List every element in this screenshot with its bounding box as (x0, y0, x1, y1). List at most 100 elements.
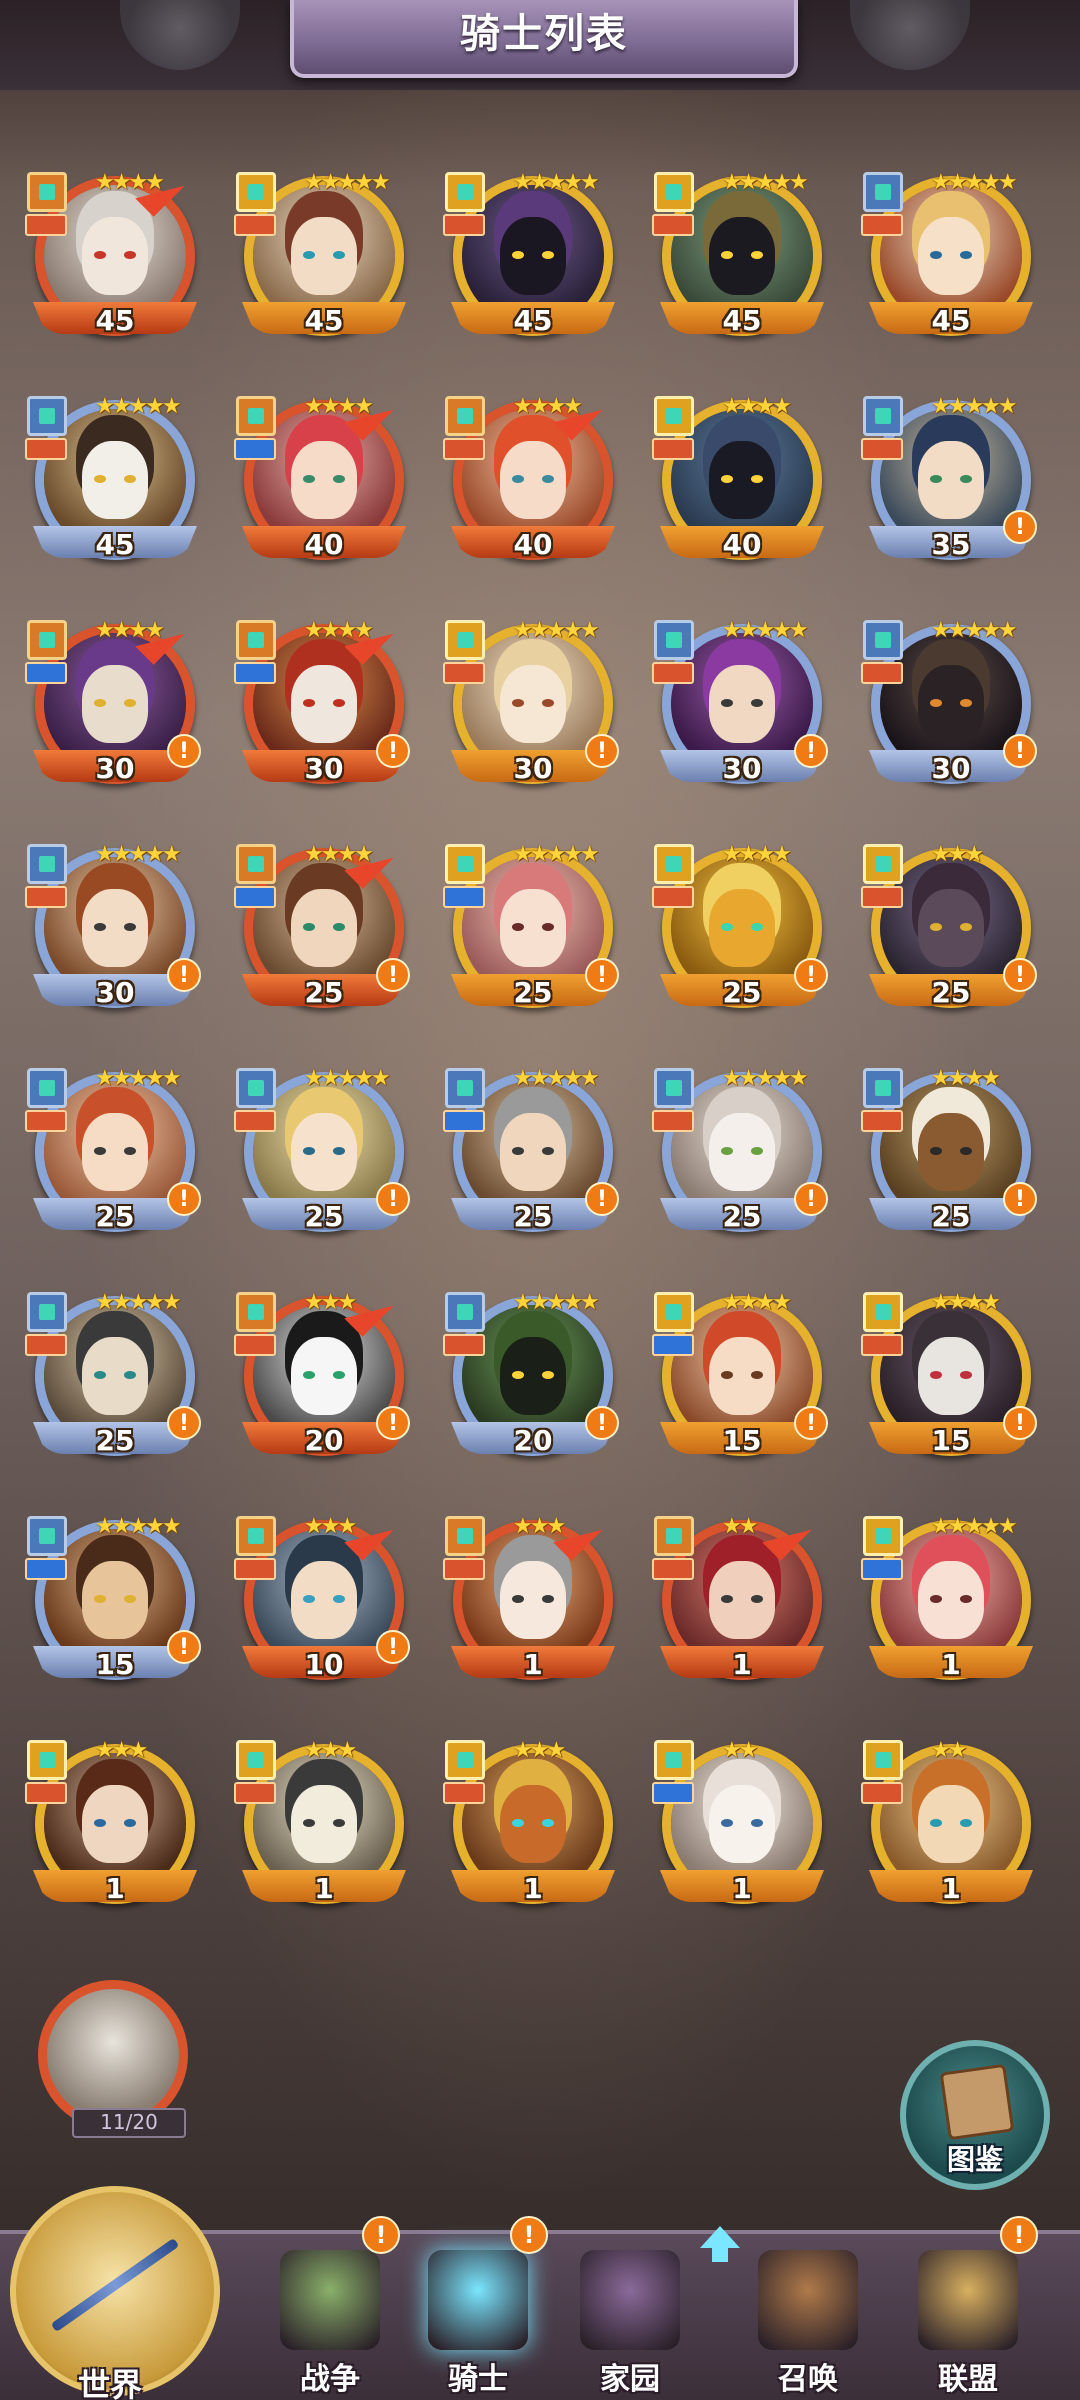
star-rating: ★★★★★ (722, 1066, 809, 1091)
knight-card[interactable]: 1 ★★★ (443, 1511, 623, 1694)
formation-icon (445, 1516, 485, 1556)
formation-icon (236, 1740, 276, 1780)
knight-card[interactable]: 25 ★★★★★! (25, 1290, 205, 1470)
star-rating: ★★★★ (931, 1290, 1001, 1315)
page-title-plate: 骑士列表 (290, 0, 798, 78)
formation-icon (863, 1292, 903, 1332)
knight-card[interactable]: 45 ★★★★★ (652, 170, 832, 350)
knight-card[interactable]: 40 ★★★★ (652, 394, 832, 574)
nav-train[interactable]: 召唤 (740, 2244, 876, 2397)
knight-card[interactable]: 15 ★★★★! (652, 1290, 832, 1470)
knight-card[interactable]: 1 ★★ (652, 1738, 832, 1918)
world-button[interactable]: 世界 (0, 2180, 230, 2400)
knight-card[interactable]: 25 ★★★★! (861, 1066, 1041, 1246)
knight-level: 1 (105, 1872, 125, 1905)
support-role-icon (25, 662, 67, 684)
knight-card[interactable]: 10 ★★★! (234, 1511, 414, 1694)
knight-card[interactable]: 25 ★★★★! (234, 839, 414, 1022)
knight-card[interactable]: 40 ★★★★ (443, 391, 623, 574)
star-rating: ★★★ (95, 1738, 148, 1763)
knight-card[interactable]: 1 ★★ (861, 1738, 1041, 1918)
knight-card[interactable]: 25 ★★★★★! (25, 1066, 205, 1246)
star-rating: ★★★★★ (513, 1066, 600, 1091)
knight-card[interactable]: 20 ★★★★★! (443, 1290, 623, 1470)
extra-knight-card[interactable]: 11/20 (38, 1980, 198, 2140)
knight-card[interactable]: 45 ★★★★★ (234, 170, 414, 350)
nav-map[interactable]: 战争! (262, 2216, 400, 2397)
formation-icon (863, 620, 903, 660)
knight-card[interactable]: 45 ★★★★★ (861, 170, 1041, 350)
knight-card[interactable]: 45 ★★★★ (25, 167, 205, 350)
knight-level: 40 (513, 528, 553, 561)
nav-house[interactable]: 家园 (562, 2244, 698, 2397)
knight-card[interactable]: 30 ★★★★! (25, 615, 205, 798)
star-rating: ★★★★★ (304, 1066, 391, 1091)
knight-card[interactable]: 30 ★★★★★! (652, 618, 832, 798)
nav-alliance[interactable]: 联盟! (900, 2216, 1038, 2397)
formation-icon (236, 172, 276, 212)
knight-card[interactable]: 30 ★★★★★! (861, 618, 1041, 798)
knight-card[interactable]: 25 ★★★★★! (652, 1066, 832, 1246)
knight-card[interactable]: 40 ★★★★ (234, 391, 414, 574)
knight-card[interactable]: 35 ★★★★★! (861, 394, 1041, 574)
knight-card[interactable]: 1 ★★★★★ (861, 1514, 1041, 1694)
formation-icon (654, 1740, 694, 1780)
attack-role-icon (234, 1558, 276, 1580)
formation-icon (27, 396, 67, 436)
knight-eyes (930, 1371, 972, 1379)
attack-role-icon (861, 214, 903, 236)
knight-eyes (303, 1819, 345, 1827)
formation-icon (27, 172, 67, 212)
star-rating: ★★ (722, 1738, 758, 1763)
knight-card[interactable]: 25 ★★★! (861, 842, 1041, 1022)
formation-icon (236, 620, 276, 660)
alert-badge: ! (167, 734, 201, 768)
knight-card[interactable]: 25 ★★★★★! (443, 842, 623, 1022)
knight-card[interactable]: 45 ★★★★★ (443, 170, 623, 350)
knight-card[interactable]: 1 ★★★ (234, 1738, 414, 1918)
knight-card[interactable]: 20 ★★★! (234, 1287, 414, 1470)
star-rating: ★★★★★ (95, 1290, 182, 1315)
star-rating: ★★★★★ (95, 1514, 182, 1539)
star-rating: ★★★★★ (513, 618, 600, 643)
support-role-icon (234, 438, 276, 460)
knight-card[interactable]: 25 ★★★★★! (443, 1066, 623, 1246)
knight-card[interactable]: 1 ★★ (652, 1511, 832, 1694)
knight-eyes (303, 699, 345, 707)
support-role-icon (861, 1558, 903, 1580)
knight-card[interactable]: 15 ★★★★! (861, 1290, 1041, 1470)
knight-eyes (721, 475, 763, 483)
page-title: 骑士列表 (460, 11, 628, 57)
alert-badge: ! (1003, 1406, 1037, 1440)
alert-badge: ! (376, 1182, 410, 1216)
alert-badge: ! (167, 1630, 201, 1664)
knight-card[interactable]: 25 ★★★★! (652, 842, 832, 1022)
knight-card[interactable]: 30 ★★★★★! (25, 842, 205, 1022)
knight-card[interactable]: 15 ★★★★★! (25, 1514, 205, 1694)
nav-knight[interactable]: 骑士! (410, 2216, 548, 2397)
knight-card[interactable]: 30 ★★★★★! (443, 618, 623, 798)
collection-button[interactable]: 图鉴 (900, 2040, 1050, 2190)
knight-card[interactable]: 1 ★★★ (25, 1738, 205, 1918)
alert-badge: ! (1003, 958, 1037, 992)
knight-card[interactable]: 25 ★★★★★! (234, 1066, 414, 1246)
attack-role-icon (861, 1782, 903, 1804)
knight-card[interactable]: 30 ★★★★! (234, 615, 414, 798)
star-rating: ★★★★★ (931, 170, 1018, 195)
header-bar: 骑士列表 (0, 0, 1080, 90)
attack-role-icon (25, 1110, 67, 1132)
nav-label: 联盟 (938, 2362, 998, 2397)
knight-card[interactable]: 1 ★★★ (443, 1738, 623, 1918)
knight-eyes (930, 1819, 972, 1827)
alert-badge: ! (794, 958, 828, 992)
knight-eyes (94, 1371, 136, 1379)
knight-card[interactable]: 45 ★★★★★ (25, 394, 205, 574)
up-arrow-icon[interactable] (700, 2226, 740, 2266)
star-rating: ★★★★★ (931, 394, 1018, 419)
alert-badge: ! (585, 1406, 619, 1440)
alliance-icon (918, 2250, 1018, 2350)
star-rating: ★★ (722, 1514, 758, 1539)
knight-eyes (303, 1371, 345, 1379)
formation-icon (445, 172, 485, 212)
alert-badge: ! (1003, 510, 1037, 544)
